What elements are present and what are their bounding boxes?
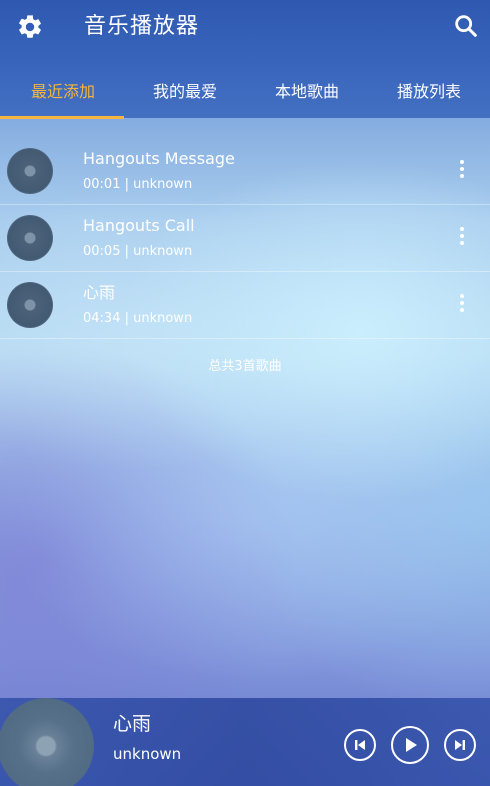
- now-playing-title: 心雨: [113, 713, 152, 735]
- album-art-icon: [7, 282, 53, 328]
- song-list: Hangouts Message 00:01 | unknown Hangout…: [0, 138, 490, 339]
- active-tab-indicator: [0, 116, 124, 119]
- previous-icon: [355, 740, 365, 750]
- song-title: Hangouts Message: [83, 149, 235, 168]
- song-meta: 00:05 | unknown: [83, 244, 193, 259]
- song-meta: 04:34 | unknown: [83, 311, 193, 326]
- now-playing-bar[interactable]: 心雨 unknown: [0, 698, 490, 786]
- now-playing-artist: unknown: [113, 745, 182, 763]
- next-button[interactable]: [444, 729, 476, 761]
- play-button[interactable]: [391, 726, 429, 764]
- song-count-label: 总共3首歌曲: [208, 359, 282, 374]
- tab-favorites[interactable]: 我的最爱: [124, 76, 246, 114]
- tab-bar: 最近添加 我的最爱 本地歌曲 播放列表: [0, 76, 490, 118]
- album-art-icon: [7, 148, 53, 194]
- tab-playlists[interactable]: 播放列表: [368, 76, 490, 114]
- app-title: 音乐播放器: [84, 14, 200, 39]
- next-icon: [455, 740, 465, 750]
- list-item[interactable]: Hangouts Call 00:05 | unknown: [0, 205, 490, 272]
- app-header: 音乐播放器 最近添加 我的最爱 本地歌曲 播放列表: [0, 0, 490, 118]
- tab-recently-added[interactable]: 最近添加: [2, 76, 124, 114]
- more-options-icon[interactable]: [450, 158, 474, 184]
- tab-local-songs[interactable]: 本地歌曲: [246, 76, 368, 114]
- list-item[interactable]: Hangouts Message 00:01 | unknown: [0, 138, 490, 205]
- album-art-icon: [7, 215, 53, 261]
- play-icon: [406, 738, 417, 752]
- settings-button[interactable]: [16, 13, 44, 41]
- song-title: Hangouts Call: [83, 216, 195, 235]
- search-button[interactable]: [452, 12, 480, 40]
- previous-button[interactable]: [344, 729, 376, 761]
- more-options-icon[interactable]: [450, 292, 474, 318]
- more-options-icon[interactable]: [450, 225, 474, 251]
- search-icon: [455, 15, 477, 37]
- now-playing-album-icon[interactable]: [0, 698, 94, 786]
- song-title: 心雨: [83, 283, 116, 302]
- gear-icon: [19, 15, 41, 38]
- song-meta: 00:01 | unknown: [83, 177, 193, 192]
- list-item[interactable]: 心雨 04:34 | unknown: [0, 272, 490, 339]
